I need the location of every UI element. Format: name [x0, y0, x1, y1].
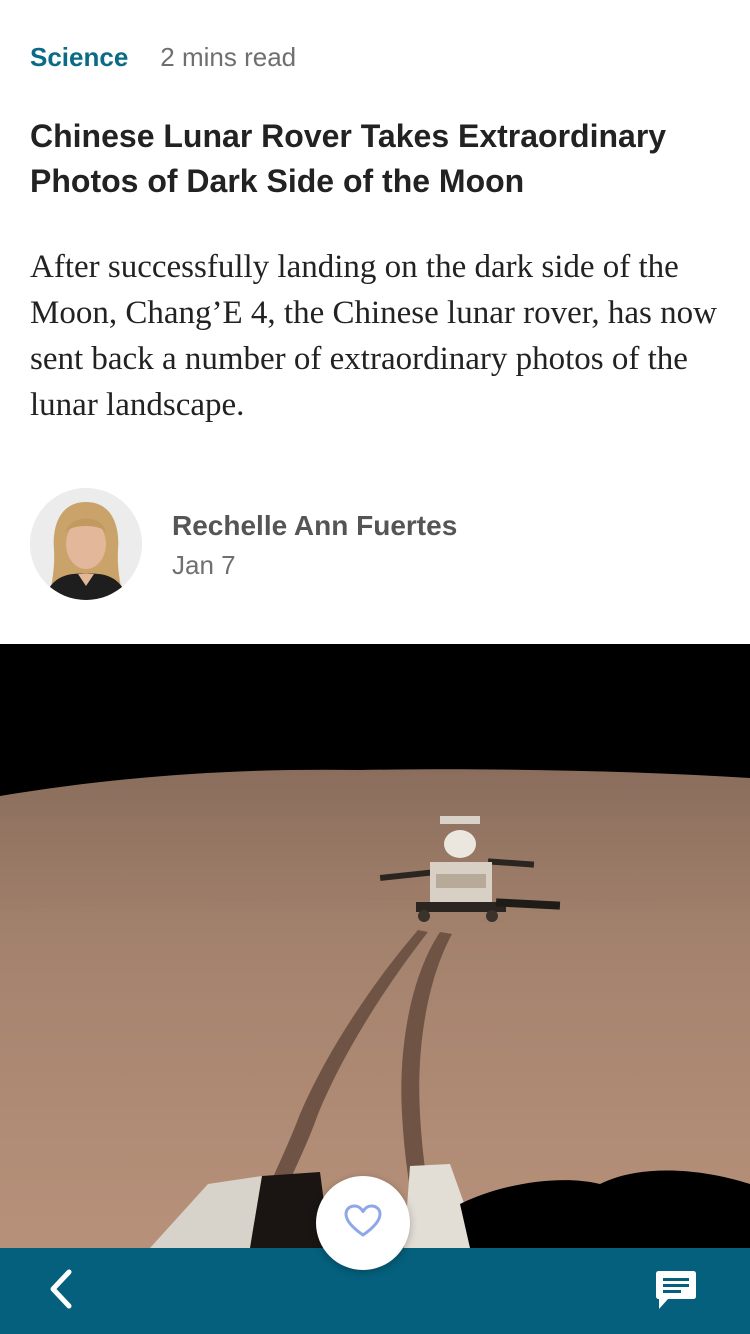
comments-button[interactable]: [652, 1268, 700, 1316]
author-info[interactable]: Rechelle Ann Fuertes Jan 7: [30, 488, 720, 600]
article-title: Chinese Lunar Rover Takes Extraordinary …: [30, 118, 667, 199]
read-time: 2 mins read: [160, 41, 297, 72]
author-avatar[interactable]: [30, 488, 142, 600]
publish-date: Jan 7: [172, 550, 236, 580]
heart-outline-icon: [344, 1204, 382, 1243]
category-link[interactable]: Science: [30, 42, 128, 73]
hero-image: [0, 644, 750, 1248]
back-button[interactable]: [38, 1268, 84, 1314]
article-meta: Science 2 mins read: [30, 40, 296, 74]
comment-bubble-icon: [654, 1269, 698, 1316]
article-summary: After successfully landing on the dark s…: [30, 249, 717, 423]
like-button[interactable]: [316, 1176, 410, 1270]
author-name[interactable]: Rechelle Ann Fuertes: [172, 510, 457, 542]
chevron-left-icon: [47, 1268, 75, 1315]
